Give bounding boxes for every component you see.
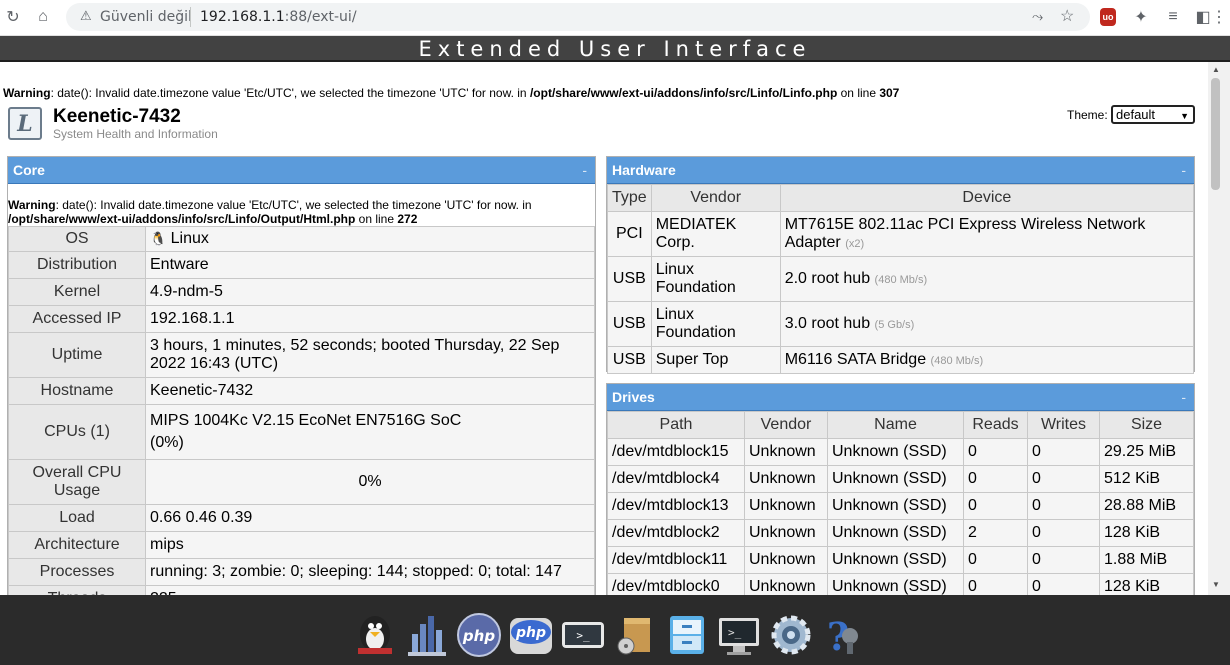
- package-installer-icon[interactable]: [612, 612, 658, 658]
- terminal-run-icon[interactable]: >_: [560, 612, 606, 658]
- hardware-minimize-button[interactable]: -: [1181, 157, 1186, 184]
- app-dock: php php >_ >_ ?: [0, 595, 1230, 665]
- browser-toolbar: ↻ ⌂ ⚠ Güvenli değil 192.168.1.1:88/ext-u…: [0, 0, 1230, 36]
- core-row-hostname: Hostname Keenetic-7432: [8, 377, 595, 405]
- media-list-icon[interactable]: ≡: [1162, 6, 1184, 28]
- menu-icon[interactable]: ⋮: [1211, 6, 1227, 28]
- scroll-down-icon[interactable]: ▼: [1212, 580, 1220, 589]
- page-content: Warning: date(): Invalid date.timezone v…: [0, 62, 1208, 595]
- core-row-cpus: CPUs (1) MIPS 1004Kc V2.15 EcoNet EN7516G…: [8, 404, 595, 460]
- drives-panel-header: Drives -: [607, 384, 1194, 411]
- svg-text:php: php: [462, 627, 495, 645]
- core-panel: Core - Warning: date(): Invalid date.time…: [7, 156, 596, 595]
- scrollbar-thumb[interactable]: [1211, 78, 1220, 190]
- drive-row: /dev/mtdblock13 Unknown Unknown (SSD) 0 0 28.…: [607, 492, 1194, 520]
- bookmark-star-icon[interactable]: ☆: [1060, 6, 1074, 26]
- core-row-load: Load 0.66 0.46 0.39: [8, 504, 595, 532]
- theme-select[interactable]: default ▼: [1111, 105, 1195, 124]
- reload-icon[interactable]: ↻: [2, 6, 24, 28]
- security-status: Güvenli değil: [100, 9, 192, 25]
- hardware-row: PCI MEDIATEK Corp. MT7615E 802.11ac PCI Ex…: [607, 211, 1195, 257]
- drives-table: Path Vendor Name Reads Writes Size /dev/mtdbl…: [607, 411, 1194, 595]
- hardware-panel-header: Hardware -: [607, 157, 1194, 184]
- home-icon[interactable]: ⌂: [32, 6, 54, 28]
- drive-row: /dev/mtdblock15 Unknown Unknown (SSD) 0 0 29.…: [607, 438, 1194, 466]
- extensions-icon[interactable]: ✦: [1130, 6, 1152, 28]
- address-bar[interactable]: ⚠ Güvenli değil 192.168.1.1:88/ext-ui/ ⤳…: [66, 3, 1090, 31]
- core-row-architecture: Architecture mips: [8, 531, 595, 559]
- theme-label: Theme:: [1067, 108, 1108, 122]
- page-subtitle: System Health and Information: [53, 127, 218, 141]
- drives-minimize-button[interactable]: -: [1181, 384, 1186, 411]
- core-php-warning: Warning: date(): Invalid date.timezone v…: [8, 184, 595, 226]
- core-minimize-button[interactable]: -: [582, 157, 587, 184]
- share-icon[interactable]: ⤳: [1032, 8, 1043, 25]
- hardware-row: USB Linux Foundation 3.0 root hub (5 Gb/s): [607, 301, 1195, 347]
- hardware-header-row: Type Vendor Device: [607, 184, 1195, 212]
- linfo-logo: L: [8, 107, 42, 140]
- drive-row: /dev/mtdblock4 Unknown Unknown (SSD) 0 0 512 …: [607, 465, 1194, 493]
- page-scrollbar[interactable]: ▲ ▼: [1208, 62, 1230, 595]
- drives-header-row: Path Vendor Name Reads Writes Size: [607, 411, 1194, 439]
- svg-text:>_: >_: [576, 629, 590, 642]
- core-row-kernel: Kernel 4.9-ndm-5: [8, 278, 595, 306]
- hardware-row: USB Linux Foundation 2.0 root hub (480 Mb/…: [607, 256, 1195, 302]
- page-title: Keenetic-7432: [53, 106, 181, 127]
- core-table: OS 🐧 Linux Distribution Entware Kernel 4.9-…: [8, 226, 595, 595]
- core-panel-header: Core -: [8, 157, 595, 184]
- svg-text:>_: >_: [728, 626, 742, 639]
- drive-row: /dev/mtdblock0 Unknown Unknown (SSD) 0 0 128 …: [607, 573, 1194, 595]
- drives-panel: Drives - Path Vendor Name Reads Writes Size /d…: [606, 383, 1195, 595]
- core-row-threads: Threads225: [8, 585, 595, 595]
- hardware-table: Type Vendor Device PCI MEDIATEK Corp. MT7615…: [607, 184, 1195, 374]
- system-monitor-icon[interactable]: [404, 612, 450, 658]
- core-row-accessed-ip: Accessed IP 192.168.1.1: [8, 305, 595, 333]
- file-manager-icon[interactable]: [664, 612, 710, 658]
- chevron-down-icon: ▼: [1180, 111, 1189, 121]
- php-blue-icon[interactable]: php: [508, 612, 554, 658]
- settings-icon[interactable]: [768, 612, 814, 658]
- linux-tux-icon[interactable]: [352, 612, 398, 658]
- core-row-os: OS 🐧 Linux: [8, 226, 595, 252]
- core-row-uptime: Uptime 3 hours, 1 minutes, 52 seconds; bo…: [8, 332, 595, 378]
- core-row-cpu-usage: Overall CPU Usage 0%: [8, 459, 595, 505]
- hardware-row: USB Super Top M6116 SATA Bridge (480 Mb/s): [607, 346, 1195, 374]
- ublock-icon[interactable]: uo: [1100, 8, 1116, 26]
- svg-text:php: php: [515, 625, 546, 641]
- php-warning: Warning: date(): Invalid date.timezone v…: [3, 86, 900, 100]
- help-icon[interactable]: ?: [820, 612, 866, 659]
- console-icon[interactable]: >_: [716, 612, 762, 658]
- core-row-distribution: Distribution Entware: [8, 251, 595, 279]
- drive-row: /dev/mtdblock11 Unknown Unknown (SSD) 0 0 1.8…: [607, 546, 1194, 574]
- warning-triangle-icon: ⚠: [80, 8, 92, 23]
- core-row-processes: Processes running: 3; zombie: 0; sleeping…: [8, 558, 595, 586]
- scroll-up-icon[interactable]: ▲: [1212, 65, 1220, 74]
- php-icon[interactable]: php: [456, 612, 502, 658]
- hardware-panel: Hardware - Type Vendor Device PCI MEDIATEK C…: [606, 156, 1195, 374]
- drive-row: /dev/mtdblock2 Unknown Unknown (SSD) 2 0 128 …: [607, 519, 1194, 547]
- tux-icon: 🐧: [150, 231, 167, 246]
- url-text: 192.168.1.1:88/ext-ui/: [200, 9, 357, 25]
- page-banner: Extended User Interface: [0, 36, 1230, 62]
